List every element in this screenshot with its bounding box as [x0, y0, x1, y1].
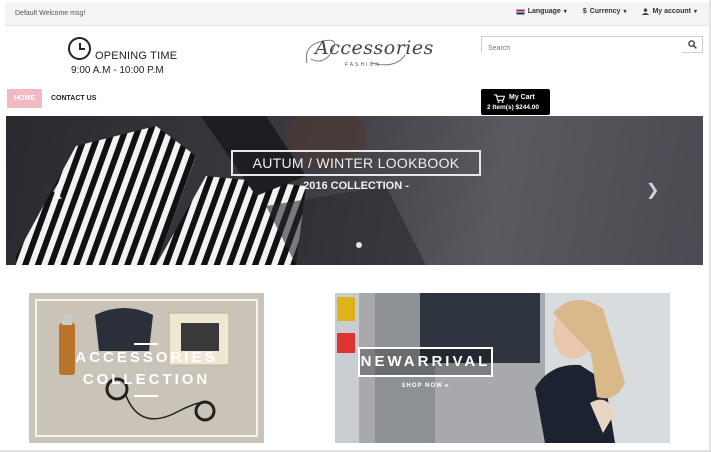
banner-left-line2: COLLECTION: [82, 371, 211, 388]
site-logo[interactable]: Accessories FASHION: [301, 33, 433, 73]
slide-caption-box: AUTUM / WINTER LOOKBOOK: [231, 150, 481, 176]
cart-button[interactable]: My Cart 2 Item(s) $244.00: [481, 89, 550, 115]
opening-time-label: OPENING TIME: [95, 50, 178, 62]
opening-hours: 9:00 A.M - 10:00 P.M: [71, 65, 164, 76]
cart-title: My Cart: [509, 94, 535, 101]
caret-down-icon: ▾: [623, 9, 627, 15]
slide-subtitle: 2016 COLLECTION -: [303, 180, 409, 192]
welcome-message: Default Welcome msg!: [15, 10, 86, 17]
search-input[interactable]: [482, 41, 682, 56]
search-icon[interactable]: [688, 40, 697, 49]
language-label: Language: [527, 8, 561, 15]
cart-summary: 2 Item(s) $244.00: [487, 104, 540, 111]
banner-frame: [35, 299, 258, 437]
divider-line: [134, 395, 158, 397]
slide-indicator-dot[interactable]: [356, 242, 362, 248]
uk-flag-icon: [515, 8, 525, 15]
accessories-banner[interactable]: ACCESSORIES COLLECTION: [29, 293, 264, 443]
shop-now-link[interactable]: SHOP NOW ▸: [358, 382, 493, 389]
new-arrival-banner[interactable]: NEWARRIVAL SHOP NOW ▸: [335, 293, 670, 443]
new-arrival-title: NEWARRIVAL: [360, 353, 491, 370]
logo-text: Accessories: [315, 37, 434, 59]
logo-subtitle: FASHION: [345, 62, 381, 68]
banner-left-line1: ACCESSORIES: [75, 349, 218, 366]
search-box: [481, 36, 703, 56]
dollar-icon: $: [582, 8, 587, 15]
new-arrival-box: NEWARRIVAL: [358, 347, 493, 377]
main-nav: HOME CONTACT US My Cart 2 Item(s) $244.0…: [5, 86, 709, 115]
user-icon: [642, 8, 650, 15]
cart-icon: [494, 94, 505, 103]
hero-slider[interactable]: AUTUM / WINTER LOOKBOOK 2016 COLLECTION …: [6, 116, 703, 265]
chevron-left-icon[interactable]: ❮: [51, 180, 64, 200]
top-nav: Language ▾ $ Currency ▾ My account ▾: [515, 8, 697, 15]
site-header: OPENING TIME 9:00 A.M - 10:00 P.M Access…: [5, 27, 709, 85]
clock-icon: [68, 37, 91, 60]
account-label: My account: [652, 8, 691, 15]
account-dropdown[interactable]: My account ▾: [642, 8, 697, 15]
divider-line: [134, 343, 158, 345]
top-bar: Default Welcome msg! Language ▾ $ Curren…: [5, 2, 709, 26]
slide-title: AUTUM / WINTER LOOKBOOK: [252, 155, 460, 171]
nav-home[interactable]: HOME: [7, 89, 42, 108]
language-dropdown[interactable]: Language ▾: [515, 8, 567, 15]
currency-label: Currency: [589, 8, 621, 15]
nav-contact-us[interactable]: CONTACT US: [51, 89, 96, 108]
caret-down-icon: ▾: [693, 9, 697, 15]
chevron-right-icon[interactable]: ❯: [646, 180, 659, 200]
caret-down-icon: ▾: [563, 9, 567, 15]
currency-dropdown[interactable]: $ Currency ▾: [583, 8, 627, 15]
